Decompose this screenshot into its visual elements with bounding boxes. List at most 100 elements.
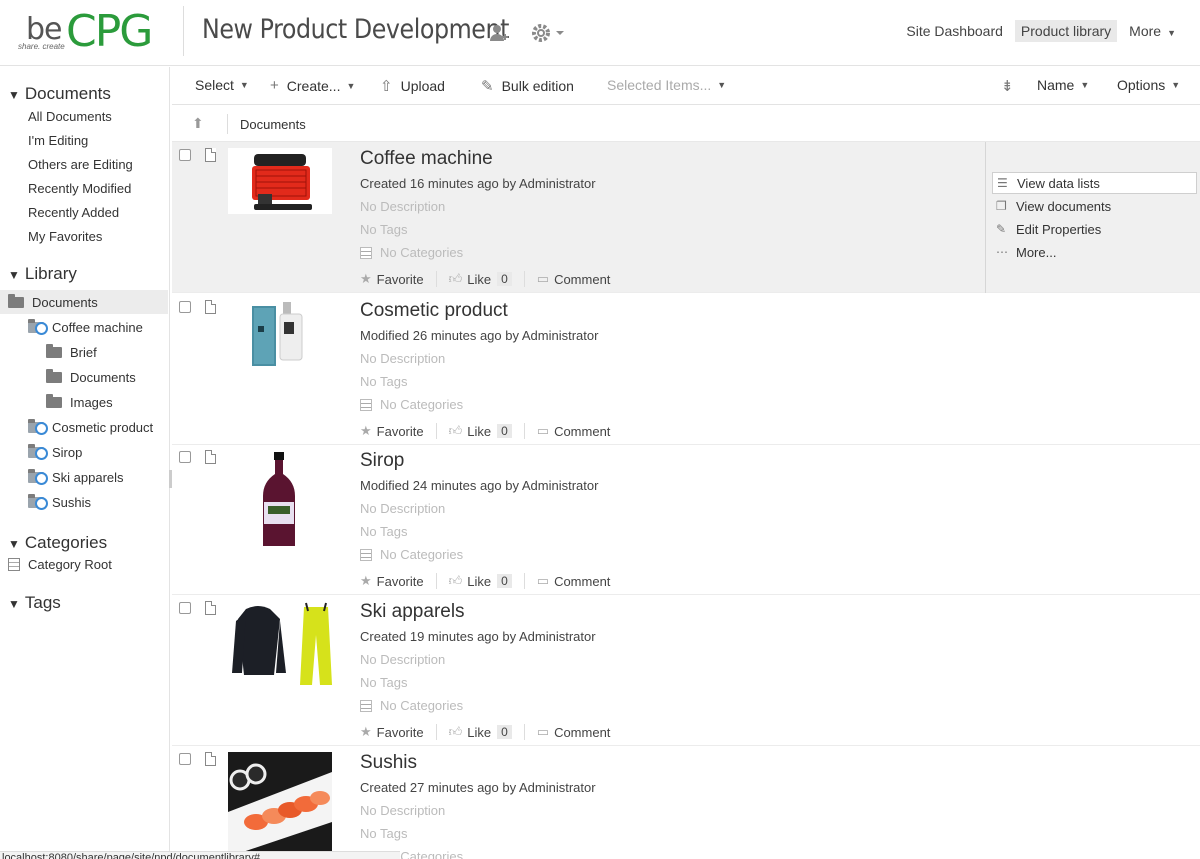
cosmetic-product-thumbnail[interactable] bbox=[228, 300, 332, 366]
document-toolbar: Select ▼ + Create... ▼ ⇧ Upload ✎ Bulk editio… bbox=[172, 67, 1200, 105]
list-item[interactable]: Ski apparels Created 19 minutes ago by A… bbox=[172, 595, 1200, 746]
comment-action[interactable]: ▭ Comment bbox=[537, 724, 611, 740]
document-list: Coffee machine Created 16 minutes ago by… bbox=[172, 142, 1200, 859]
comment-icon: ▭ bbox=[536, 423, 550, 438]
like-action[interactable]: 👍︎ Like 0 bbox=[449, 271, 512, 287]
create-menu-button[interactable]: + Create... ▼ bbox=[270, 77, 355, 94]
like-action[interactable]: 👍︎ Like 0 bbox=[449, 724, 512, 740]
tree-item-brief[interactable]: Brief bbox=[46, 344, 97, 360]
sushis-thumbnail[interactable] bbox=[228, 752, 332, 857]
item-title[interactable]: Ski apparels bbox=[360, 601, 465, 623]
comment-action[interactable]: ▭ Comment bbox=[537, 271, 611, 287]
folder-up-icon[interactable]: ⬆ bbox=[192, 115, 204, 132]
tree-item-images[interactable]: Images bbox=[46, 394, 113, 410]
item-title[interactable]: Coffee machine bbox=[360, 148, 493, 170]
breadcrumb-documents[interactable]: Documents bbox=[240, 117, 306, 132]
sort-direction-button[interactable]: ⇟ bbox=[1001, 77, 1022, 95]
item-description: No Description bbox=[360, 803, 446, 818]
filter-recently-modified[interactable]: Recently Modified bbox=[28, 181, 131, 196]
tree-item-category-root[interactable]: Category Root bbox=[8, 557, 112, 572]
comment-label: Comment bbox=[554, 271, 611, 287]
tree-item-ski-apparels[interactable]: Ski apparels bbox=[28, 469, 124, 485]
like-count: 0 bbox=[497, 424, 512, 438]
list-item[interactable]: Sushis Created 27 minutes ago by Adminis… bbox=[172, 746, 1200, 859]
filter-all-documents[interactable]: All Documents bbox=[28, 109, 112, 124]
tree-item-cosmetic-product[interactable]: Cosmetic product bbox=[28, 419, 153, 435]
item-social-actions: ★ Favorite 👍︎ Like 0 ▭ Comment bbox=[360, 573, 610, 589]
favorite-action[interactable]: ★ Favorite bbox=[360, 423, 424, 439]
bulk-edition-button[interactable]: ✎ Bulk edition bbox=[481, 77, 574, 95]
row-checkbox[interactable] bbox=[179, 301, 191, 313]
item-title[interactable]: Sirop bbox=[360, 450, 404, 472]
expand-triangle-icon: ▼ bbox=[8, 268, 20, 282]
filter-others-editing[interactable]: Others are Editing bbox=[28, 157, 133, 172]
item-meta: Created 27 minutes ago by Administrator bbox=[360, 780, 596, 795]
favorite-action[interactable]: ★ Favorite bbox=[360, 271, 424, 287]
tree-item-sirop[interactable]: Sirop bbox=[28, 444, 82, 460]
item-title[interactable]: Cosmetic product bbox=[360, 300, 508, 322]
document-icon bbox=[205, 450, 216, 464]
gear-icon[interactable] bbox=[530, 22, 568, 50]
categories-label: No Categories bbox=[380, 698, 464, 713]
favorite-action[interactable]: ★ Favorite bbox=[360, 573, 424, 589]
category-icon bbox=[8, 558, 20, 571]
add-user-icon[interactable] bbox=[488, 22, 510, 50]
coffee-machine-thumbnail[interactable] bbox=[228, 148, 332, 214]
selected-items-label: Selected Items... bbox=[607, 77, 712, 93]
favorite-action[interactable]: ★ Favorite bbox=[360, 724, 424, 740]
like-action[interactable]: 👍︎ Like 0 bbox=[449, 423, 512, 439]
comment-action[interactable]: ▭ Comment bbox=[537, 423, 611, 439]
nav-site-dashboard[interactable]: Site Dashboard bbox=[900, 20, 1009, 42]
edit-properties-action[interactable]: ✎ Edit Properties bbox=[992, 218, 1197, 240]
options-menu[interactable]: Options ▼ bbox=[1117, 77, 1180, 93]
more-actions[interactable]: ⋯ More... bbox=[992, 241, 1197, 263]
view-data-lists-label: View data lists bbox=[1017, 175, 1100, 191]
bulk-edition-label: Bulk edition bbox=[501, 78, 574, 94]
like-action[interactable]: 👍︎ Like 0 bbox=[449, 573, 512, 589]
row-checkbox[interactable] bbox=[179, 149, 191, 161]
action-divider bbox=[435, 724, 437, 740]
document-icon bbox=[205, 148, 216, 162]
folder-icon bbox=[46, 394, 62, 408]
item-meta: Modified 24 minutes ago by Administrator bbox=[360, 478, 599, 493]
view-documents-action[interactable]: ❐ View documents bbox=[992, 195, 1197, 217]
view-data-lists-action[interactable]: ☰ View data lists bbox=[992, 172, 1197, 194]
item-categories: No Categories bbox=[360, 698, 463, 713]
tree-item-sushis[interactable]: Sushis bbox=[28, 494, 91, 510]
list-item[interactable]: Coffee machine Created 16 minutes ago by… bbox=[172, 142, 1200, 293]
categories-heading[interactable]: ▼ Categories bbox=[8, 533, 107, 553]
item-title[interactable]: Sushis bbox=[360, 752, 417, 774]
ski-apparels-thumbnail[interactable] bbox=[228, 601, 332, 687]
item-meta: Modified 26 minutes ago by Administrator bbox=[360, 328, 599, 343]
row-checkbox[interactable] bbox=[179, 753, 191, 765]
filter-im-editing[interactable]: I'm Editing bbox=[28, 133, 88, 148]
library-heading[interactable]: ▼ Library bbox=[8, 264, 77, 284]
chevron-down-icon: ▼ bbox=[346, 80, 356, 91]
item-categories: No Categories bbox=[360, 397, 463, 412]
folder-icon bbox=[8, 294, 24, 308]
list-item[interactable]: Sirop Modified 24 minutes ago by Adminis… bbox=[172, 444, 1200, 595]
tree-item-documents-root[interactable]: Documents bbox=[8, 294, 98, 310]
filter-my-favorites[interactable]: My Favorites bbox=[28, 229, 102, 244]
upload-button[interactable]: ⇧ Upload bbox=[380, 77, 445, 95]
chevron-down-icon: ▼ bbox=[1167, 28, 1176, 38]
tree-item-documents[interactable]: Documents bbox=[46, 369, 136, 385]
nav-product-library[interactable]: Product library bbox=[1014, 20, 1118, 42]
like-label: Like bbox=[467, 724, 492, 740]
row-checkbox[interactable] bbox=[179, 451, 191, 463]
becpg-logo[interactable]: be CPG share. create bbox=[16, 6, 176, 58]
action-divider bbox=[523, 573, 525, 589]
row-checkbox[interactable] bbox=[179, 602, 191, 614]
filter-recently-added[interactable]: Recently Added bbox=[28, 205, 119, 220]
list-item[interactable]: Cosmetic product Modified 26 minutes ago… bbox=[172, 294, 1200, 445]
select-menu-button[interactable]: Select ▼ bbox=[195, 77, 249, 93]
documents-heading[interactable]: ▼ Documents bbox=[8, 84, 111, 104]
sort-field-menu[interactable]: Name ▼ bbox=[1037, 77, 1089, 93]
tags-heading[interactable]: ▼ Tags bbox=[8, 593, 61, 613]
sirop-thumbnail[interactable] bbox=[228, 450, 332, 550]
tree-item-coffee-machine[interactable]: Coffee machine bbox=[28, 319, 143, 335]
selected-items-menu[interactable]: Selected Items... ▼ bbox=[607, 77, 726, 93]
options-label: Options bbox=[1117, 77, 1166, 93]
nav-more[interactable]: More ▼ bbox=[1123, 20, 1182, 42]
comment-action[interactable]: ▭ Comment bbox=[537, 573, 611, 589]
